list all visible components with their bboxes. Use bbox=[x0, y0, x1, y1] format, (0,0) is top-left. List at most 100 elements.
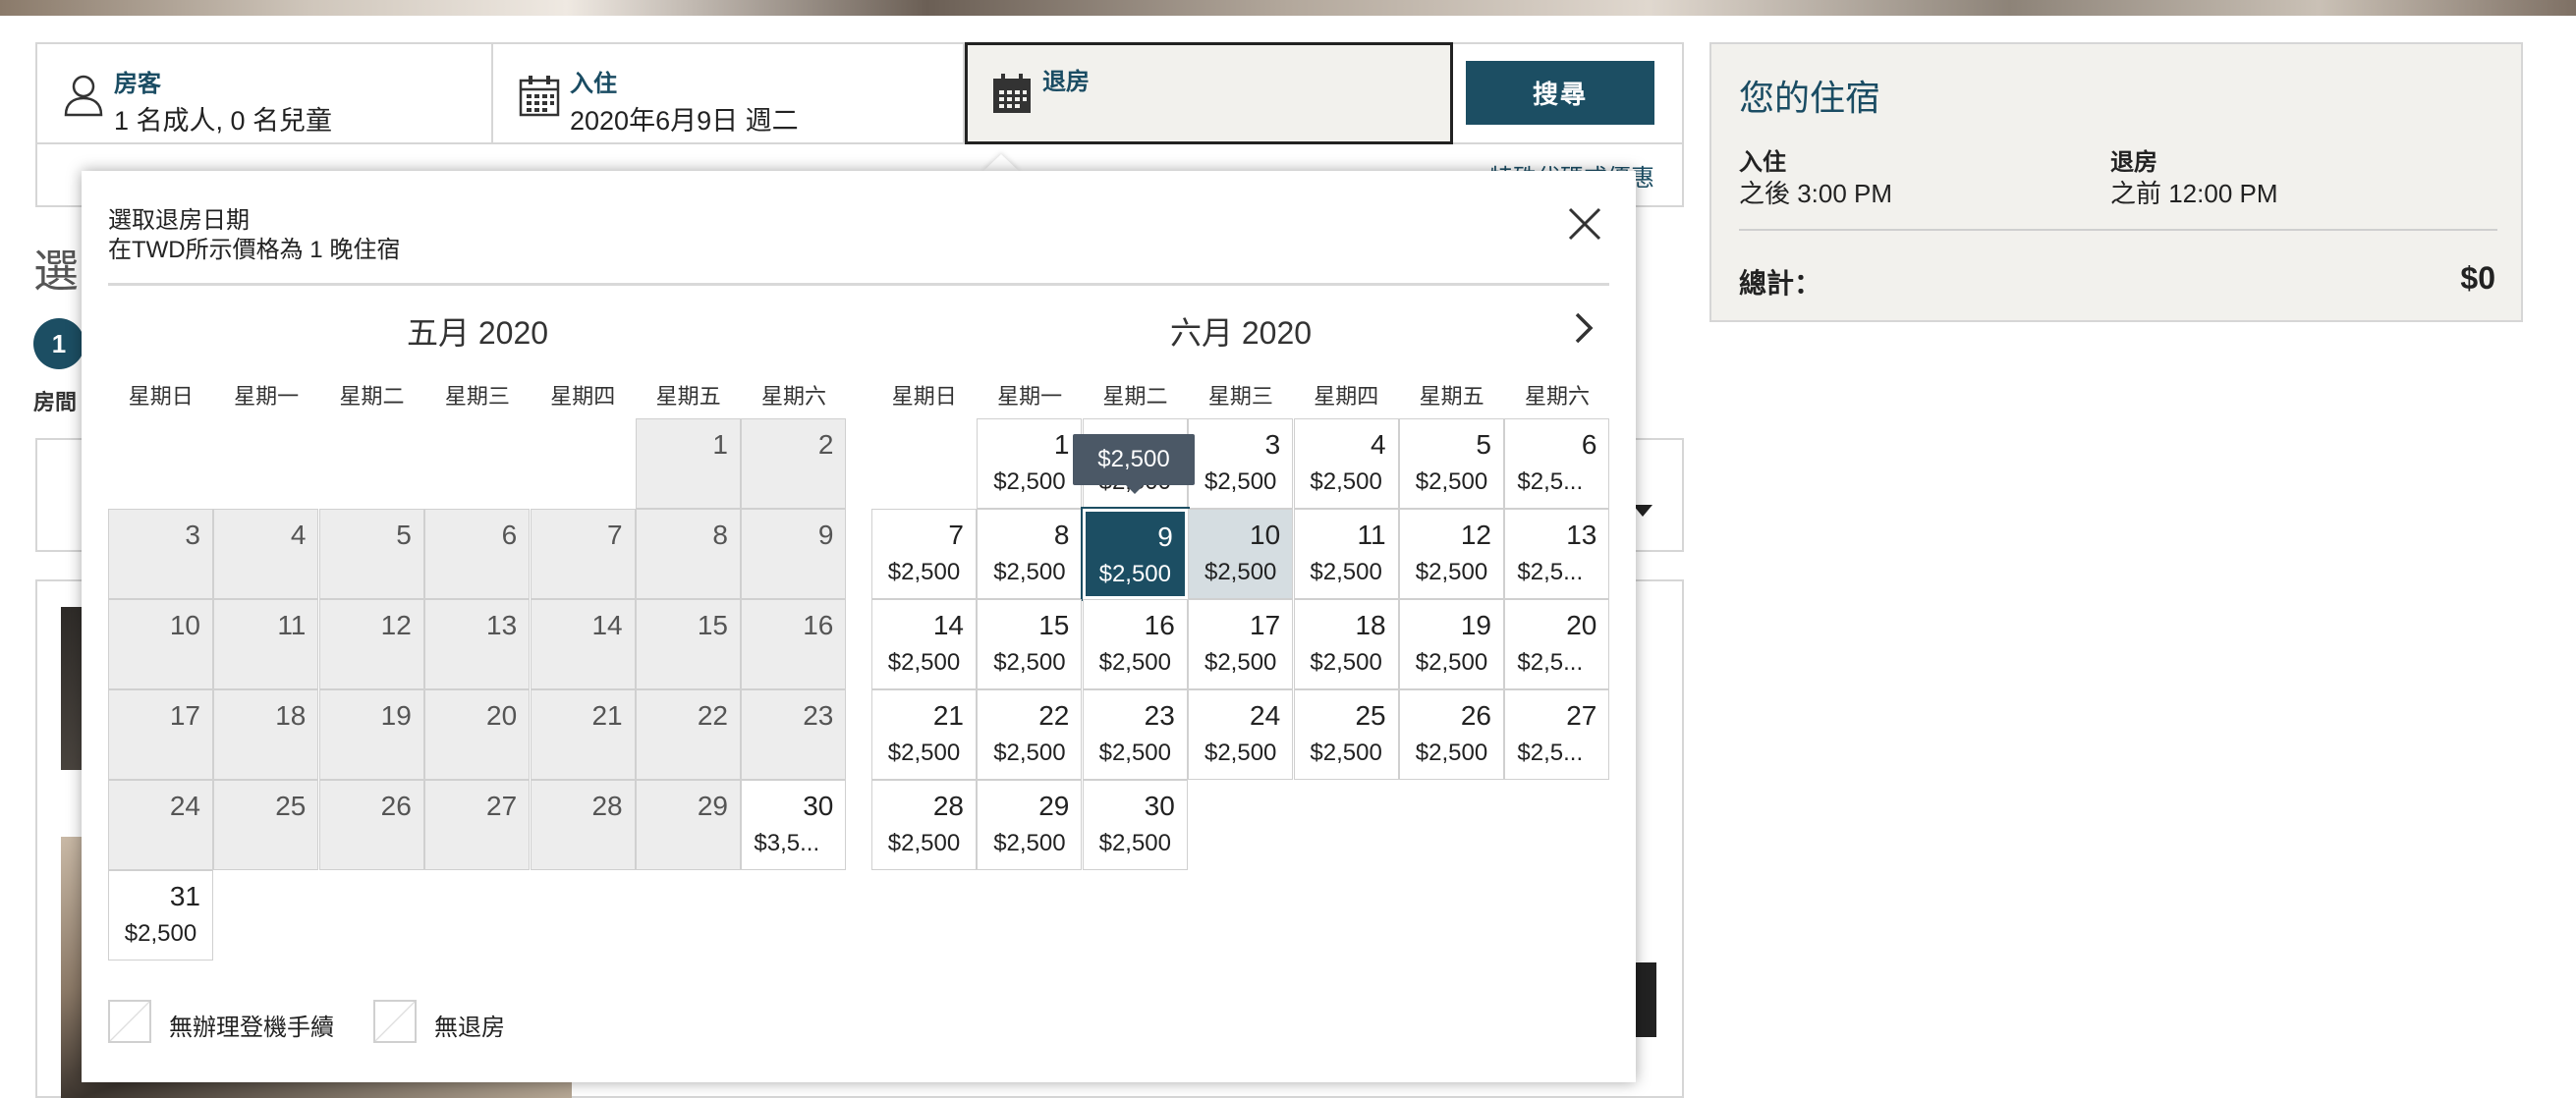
weekday-label: 星期三 bbox=[444, 384, 510, 409]
day-number: 20 bbox=[1566, 610, 1597, 640]
day-price: $2,5... bbox=[1517, 740, 1584, 766]
calendar-day: 16 bbox=[741, 599, 847, 689]
calendar-day[interactable]: 25 $2,500 bbox=[1293, 689, 1399, 780]
day-number: 24 bbox=[1250, 700, 1281, 731]
day-number: 21 bbox=[591, 700, 623, 731]
calendar-icon bbox=[993, 74, 1031, 113]
day-price: $3,5... bbox=[754, 830, 820, 856]
calendar-day[interactable]: 23 $2,500 bbox=[1082, 689, 1188, 780]
calendar-day[interactable]: 30 $2,500 bbox=[1082, 780, 1188, 870]
day-number: 11 bbox=[277, 610, 307, 640]
calendar-day: 12 bbox=[318, 599, 424, 689]
day-number: 15 bbox=[697, 610, 728, 640]
calendar-day[interactable]: 22 $2,500 bbox=[977, 689, 1083, 780]
calendar-day[interactable]: 4 $2,500 bbox=[1293, 418, 1399, 509]
calendar-day[interactable]: 28 $2,500 bbox=[871, 780, 977, 870]
step-label: 房間 bbox=[33, 390, 78, 414]
calendar-day[interactable]: 12 $2,500 bbox=[1399, 509, 1504, 599]
legend-no-checkin-swatch bbox=[108, 1000, 151, 1043]
weekday-label: 星期五 bbox=[655, 384, 721, 409]
checkout-label: 退房 bbox=[1042, 69, 1090, 95]
calendar-day: 21 bbox=[530, 689, 636, 780]
day-number: 3 bbox=[185, 520, 200, 550]
weekday-label: 星期四 bbox=[1314, 384, 1379, 409]
calendar-day: 20 bbox=[424, 689, 531, 780]
day-number: 4 bbox=[290, 520, 307, 550]
day-number: 5 bbox=[1476, 429, 1491, 460]
calendar-day: 11 bbox=[213, 599, 319, 689]
calendar-day[interactable]: 31 $2,500 bbox=[108, 870, 213, 961]
calendar-day: 25 bbox=[213, 780, 319, 870]
day-number: 7 bbox=[607, 520, 623, 550]
day-number: 21 bbox=[932, 700, 964, 731]
calendar-day[interactable]: 27 $2,5... bbox=[1504, 689, 1610, 780]
legend-no-checkout-label: 無退房 bbox=[434, 1015, 505, 1041]
calendar-icon bbox=[519, 76, 560, 117]
calendar-day[interactable]: 13 $2,5... bbox=[1504, 509, 1610, 599]
calendar-day: 24 bbox=[108, 780, 213, 870]
day-number: 1 bbox=[1053, 429, 1070, 460]
day-price: $2,500 bbox=[1098, 649, 1171, 676]
calendar-day[interactable]: 17 $2,500 bbox=[1188, 599, 1294, 689]
calendar-day: 6 bbox=[424, 509, 531, 599]
month-title-may: 五月 2020 bbox=[406, 315, 549, 351]
calendar-day[interactable]: 29 $2,500 bbox=[977, 780, 1083, 870]
calendar-day[interactable]: 19 $2,500 bbox=[1399, 599, 1504, 689]
day-price: $2,500 bbox=[1204, 649, 1277, 676]
guest-value: 1 名成人, 0 名兒童 bbox=[114, 106, 333, 136]
day-number: 31 bbox=[169, 881, 200, 911]
calendar-day[interactable]: 3 $2,500 bbox=[1188, 418, 1294, 509]
calendar-day[interactable]: 6 $2,5... bbox=[1504, 418, 1610, 509]
calendar-day[interactable]: 24 $2,500 bbox=[1188, 689, 1294, 780]
calendar-day: 7 bbox=[530, 509, 636, 599]
calendar-day[interactable]: 8 $2,500 bbox=[977, 509, 1083, 599]
calendar-day: 13 bbox=[424, 599, 531, 689]
calendar-day[interactable]: 9 $2,500 bbox=[1080, 507, 1190, 601]
search-button[interactable]: 搜尋 bbox=[1466, 61, 1654, 125]
booking-page: 房客 1 名成人, 0 名兒童 入住 2020年6月9日 週二 退房 搜尋 選 … bbox=[0, 0, 2576, 1098]
calendar-day[interactable]: 14 $2,500 bbox=[871, 599, 977, 689]
calendar-day[interactable]: 20 $2,5... bbox=[1504, 599, 1610, 689]
close-icon[interactable] bbox=[1567, 206, 1602, 242]
calendar-day[interactable]: 5 $2,500 bbox=[1399, 418, 1504, 509]
weekday-label: 星期一 bbox=[997, 384, 1063, 409]
calendar-day[interactable]: 18 $2,500 bbox=[1293, 599, 1399, 689]
calendar-day[interactable]: 1 $2,500 bbox=[977, 418, 1083, 509]
guest-selector[interactable]: 房客 1 名成人, 0 名兒童 bbox=[37, 44, 493, 142]
calendar-day[interactable]: 10 $2,500 bbox=[1188, 509, 1294, 599]
day-price: $2,500 bbox=[887, 649, 961, 676]
calendar-day[interactable]: 21 $2,500 bbox=[871, 689, 977, 780]
calendar-day[interactable]: 16 $2,500 bbox=[1082, 599, 1188, 689]
weekday-label: 星期三 bbox=[1207, 384, 1273, 409]
legend-no-checkout-swatch bbox=[373, 1000, 417, 1043]
calendar-day[interactable]: 30 $3,5... bbox=[741, 780, 847, 870]
day-number: 9 bbox=[817, 520, 834, 550]
calendar-day[interactable]: 15 $2,500 bbox=[977, 599, 1083, 689]
day-price: $2,500 bbox=[993, 830, 1066, 856]
calendar-day[interactable]: 7 $2,500 bbox=[871, 509, 977, 599]
picker-divider bbox=[108, 283, 1609, 286]
calendar-day: 5 bbox=[318, 509, 424, 599]
person-icon bbox=[64, 75, 103, 117]
summary-total-label: 總計： bbox=[1739, 268, 1822, 299]
weekday-header-june: 星期日 星期一 星期二 星期三 星期四 星期五 星期六 bbox=[871, 379, 1610, 411]
day-price: $2,500 bbox=[1415, 559, 1488, 585]
stay-summary: 您的住宿 入住 之後 3:00 PM 退房 之前 12:00 PM 總計： $0 bbox=[1709, 42, 2523, 322]
calendar-day: 26 bbox=[318, 780, 424, 870]
caret-down-icon[interactable] bbox=[1633, 505, 1652, 517]
chevron-right-icon[interactable] bbox=[1569, 308, 1598, 348]
day-price: $2,500 bbox=[887, 830, 961, 856]
day-number: 22 bbox=[1038, 700, 1070, 731]
day-number: 19 bbox=[1460, 610, 1491, 640]
calendar-day[interactable]: 11 $2,500 bbox=[1293, 509, 1399, 599]
day-price: $2,500 bbox=[1204, 559, 1277, 585]
weekday-label: 星期一 bbox=[234, 384, 300, 409]
day-price: $2,500 bbox=[1415, 649, 1488, 676]
weekday-label: 星期日 bbox=[891, 384, 957, 409]
calendar-day: 8 bbox=[636, 509, 741, 599]
day-number: 10 bbox=[1250, 520, 1281, 550]
calendar-day[interactable]: 26 $2,500 bbox=[1399, 689, 1504, 780]
checkin-selector[interactable]: 入住 2020年6月9日 週二 bbox=[493, 44, 965, 142]
day-price: $2,500 bbox=[1415, 468, 1488, 495]
checkout-selector[interactable]: 退房 bbox=[965, 42, 1453, 144]
